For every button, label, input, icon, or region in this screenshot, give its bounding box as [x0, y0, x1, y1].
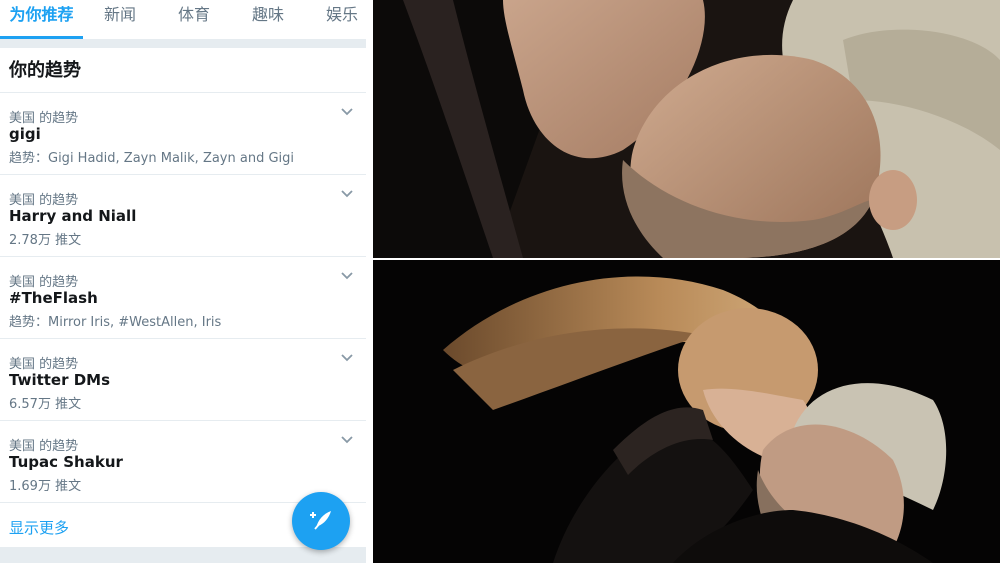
active-tab-indicator	[0, 36, 83, 39]
explore-tabs: 为你推荐 新闻 体育 趣味 娱乐	[0, 0, 366, 40]
tab-for-you[interactable]: 为你推荐	[0, 0, 83, 38]
kiss-photo-wide	[373, 260, 1000, 563]
section-title: 你的趋势	[9, 60, 81, 81]
trend-meta: 趋势：Mirror Iris, #WestAllen, Iris	[9, 315, 222, 330]
tab-fun[interactable]: 趣味	[236, 0, 300, 38]
trend-context: 美国 的趋势	[9, 193, 79, 208]
show-more-link[interactable]: 显示更多	[9, 517, 69, 538]
chevron-down-icon[interactable]	[340, 353, 354, 363]
trends-panel: 为你推荐 新闻 体育 趣味 娱乐 你的趋势 美国 的趋势 gigi 趋势：Gig…	[0, 0, 366, 563]
trend-context: 美国 的趋势	[9, 111, 79, 126]
trend-meta: 6.57万 推文	[9, 397, 82, 412]
photo-top	[373, 0, 1000, 258]
kiss-photo-closeup	[373, 0, 1000, 258]
trend-name: gigi	[9, 125, 41, 143]
trend-context: 美国 的趋势	[9, 275, 79, 290]
divider	[366, 0, 373, 563]
trend-meta: 趋势：Gigi Hadid, Zayn Malik, Zayn and Gigi	[9, 151, 295, 166]
tab-sports[interactable]: 体育	[162, 0, 226, 38]
tab-news[interactable]: 新闻	[88, 0, 152, 38]
trend-item[interactable]: 美国 的趋势 Twitter DMs 6.57万 推文	[0, 339, 366, 421]
trend-meta: 2.78万 推文	[9, 233, 82, 248]
compose-tweet-button[interactable]	[292, 492, 350, 550]
trend-name: Harry and Niall	[9, 207, 137, 225]
trend-meta: 1.69万 推文	[9, 479, 82, 494]
trend-name: Tupac Shakur	[9, 453, 123, 471]
chevron-down-icon[interactable]	[340, 189, 354, 199]
photo-bottom	[373, 260, 1000, 563]
trend-name: #TheFlash	[9, 289, 98, 307]
trend-item[interactable]: 美国 的趋势 gigi 趋势：Gigi Hadid, Zayn Malik, Z…	[0, 93, 366, 175]
trend-name: Twitter DMs	[9, 371, 111, 389]
section-separator	[0, 547, 366, 563]
trend-item[interactable]: 美国 的趋势 Tupac Shakur 1.69万 推文	[0, 421, 366, 503]
trend-context: 美国 的趋势	[9, 357, 79, 372]
chevron-down-icon[interactable]	[340, 271, 354, 281]
trend-item[interactable]: 美国 的趋势 Harry and Niall 2.78万 推文	[0, 175, 366, 257]
trend-item[interactable]: 美国 的趋势 #TheFlash 趋势：Mirror Iris, #WestAl…	[0, 257, 366, 339]
compose-tweet-icon	[310, 511, 331, 530]
tab-entertainment[interactable]: 娱乐	[310, 0, 366, 38]
trend-context: 美国 的趋势	[9, 439, 79, 454]
chevron-down-icon[interactable]	[340, 107, 354, 117]
section-separator	[0, 40, 366, 48]
chevron-down-icon[interactable]	[340, 435, 354, 445]
